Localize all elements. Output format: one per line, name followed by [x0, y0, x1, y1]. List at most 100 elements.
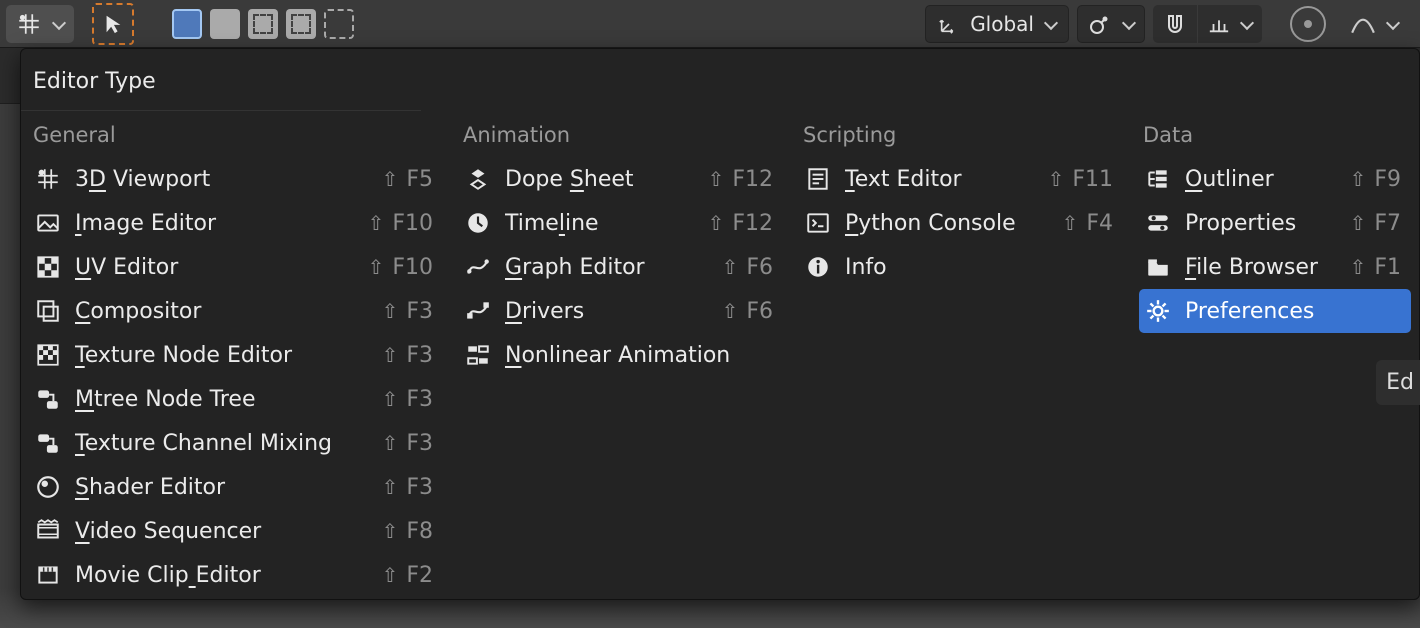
pivot-icon — [1088, 12, 1112, 36]
menu-item-shortcut: ⇧F3 — [382, 475, 433, 500]
transform-orientation-label: Global — [970, 12, 1034, 36]
menu-item-texture-channel-mixing[interactable]: Texture Channel Mixing ⇧F3 — [29, 421, 443, 465]
texture-mix-icon — [33, 428, 63, 458]
menu-item-shortcut: ⇧F7 — [1350, 211, 1401, 236]
menu-item-label: Graph Editor — [505, 255, 712, 280]
menu-item-properties[interactable]: Properties ⇧F7 — [1139, 201, 1411, 245]
drivers-icon — [463, 296, 493, 326]
viewport-3d-icon — [33, 164, 63, 194]
menu-item-label: 3D Viewport — [75, 167, 372, 192]
snap-toggle[interactable] — [1153, 5, 1197, 43]
menu-item-label: UV Editor — [75, 255, 358, 280]
col-animation: Animation Dope Sheet ⇧F12 Timeline ⇧F12 Graph… — [451, 123, 791, 597]
menu-item-python-console[interactable]: Python Console ⇧F4 — [799, 201, 1123, 245]
menu-item-label: Python Console — [845, 211, 1052, 236]
menu-item-shortcut: ⇧F10 — [368, 211, 433, 236]
toolbar-top: Global — [0, 0, 1420, 48]
select-subtract-icon[interactable] — [248, 9, 278, 39]
menu-item-file-browser[interactable]: File Browser⇧F1 — [1139, 245, 1411, 289]
texture-node-icon — [33, 340, 63, 370]
menu-item-text-editor[interactable]: Text Editor ⇧F11 — [799, 157, 1123, 201]
python-console-icon — [803, 208, 833, 238]
menu-item-shortcut: ⇧F12 — [708, 167, 773, 192]
info-icon — [803, 252, 833, 282]
col-data: DataOutliner⇧F9Properties⇧F7File Browser… — [1131, 123, 1419, 597]
menu-item-shortcut: ⇧F9 — [1350, 167, 1401, 192]
select-mode-group — [164, 9, 358, 39]
menu-item-nonlinear-animation[interactable]: Nonlinear Animation — [459, 333, 783, 377]
menu-item-dope-sheet[interactable]: Dope Sheet ⇧F12 — [459, 157, 783, 201]
video-sequencer-icon — [33, 516, 63, 546]
menu-item-shortcut: ⇧F6 — [722, 299, 773, 324]
image-editor-icon — [33, 208, 63, 238]
menu-item-shortcut: ⇧F11 — [1048, 167, 1113, 192]
menu-item-shortcut: ⇧F3 — [382, 431, 433, 456]
proportional-circle-icon — [1290, 6, 1326, 42]
menu-item-label: Image Editor — [75, 211, 358, 236]
menu-item-preferences[interactable]: Preferences — [1139, 289, 1411, 333]
menu-item-drivers[interactable]: Drivers ⇧F6 — [459, 289, 783, 333]
menu-item-label: Properties — [1185, 211, 1340, 236]
mtree-icon — [33, 384, 63, 414]
shader-editor-icon — [33, 472, 63, 502]
menu-item-shader-editor[interactable]: Shader Editor⇧F3 — [29, 465, 443, 509]
menu-item-shortcut: ⇧F3 — [382, 299, 433, 324]
menu-item-shortcut: ⇧F2 — [382, 563, 433, 588]
select-invert-icon[interactable] — [324, 9, 354, 39]
menu-item-label: Nonlinear Animation — [505, 343, 773, 368]
menu-item-shortcut: ⇧F8 — [382, 519, 433, 544]
menu-item-label: Timeline — [505, 211, 698, 236]
compositor-icon — [33, 296, 63, 326]
transform-orientation-dropdown[interactable]: Global — [925, 5, 1069, 43]
menu-item-texture-node-editor[interactable]: Texture Node Editor ⇧F3 — [29, 333, 443, 377]
menu-item-timeline[interactable]: Timeline ⇧F12 — [459, 201, 783, 245]
menu-item-label: Drivers — [505, 299, 712, 324]
menu-item-shortcut: ⇧F6 — [722, 255, 773, 280]
snap-dropdown[interactable] — [1198, 5, 1262, 43]
menu-item-shortcut: ⇧F10 — [368, 255, 433, 280]
menu-item-mtree-node-tree[interactable]: Mtree Node Tree⇧F3 — [29, 377, 443, 421]
cursor-icon — [102, 13, 124, 35]
pivot-dropdown[interactable] — [1077, 5, 1145, 43]
menu-item-shortcut: ⇧F3 — [382, 343, 433, 368]
properties-icon — [1143, 208, 1173, 238]
menu-item-label: Text Editor — [845, 167, 1038, 192]
menu-item-video-sequencer[interactable]: Video Sequencer ⇧F8 — [29, 509, 443, 553]
menu-item-image-editor[interactable]: Image Editor ⇧F10 — [29, 201, 443, 245]
graph-editor-icon — [463, 252, 493, 282]
file-browser-icon — [1143, 252, 1173, 282]
falloff-curve-icon — [1350, 11, 1376, 37]
menu-item-shortcut: ⇧F3 — [382, 387, 433, 412]
side-panel-tab[interactable]: Ed — [1376, 360, 1420, 405]
menu-item-label: Movie Clip Editor — [75, 563, 372, 588]
menu-item-movie-clip-editor[interactable]: Movie Clip Editor ⇧F2 — [29, 553, 443, 597]
menu-item-3d-viewport[interactable]: 3D Viewport⇧F5 — [29, 157, 443, 201]
menu-item-label: Dope Sheet — [505, 167, 698, 192]
col-scripting: ScriptingText Editor⇧F11Python Console⇧F… — [791, 123, 1131, 597]
dope-sheet-icon — [463, 164, 493, 194]
menu-item-shortcut: ⇧F4 — [1062, 211, 1113, 236]
menu-item-shortcut: ⇧F12 — [708, 211, 773, 236]
menu-item-info[interactable]: Info — [799, 245, 1123, 289]
menu-item-label: Texture Channel Mixing — [75, 431, 372, 456]
menu-item-label: File Browser — [1185, 255, 1340, 280]
menu-item-uv-editor[interactable]: UV Editor ⇧F10 — [29, 245, 443, 289]
proportional-falloff-dropdown[interactable] — [1340, 5, 1408, 43]
menu-item-outliner[interactable]: Outliner⇧F9 — [1139, 157, 1411, 201]
menu-item-compositor[interactable]: Compositor⇧F3 — [29, 289, 443, 333]
movie-clip-icon — [33, 560, 63, 590]
preferences-icon — [1143, 296, 1173, 326]
proportional-edit-toggle[interactable] — [1276, 5, 1340, 43]
outliner-icon — [1143, 164, 1173, 194]
col-header-animation: Animation — [459, 123, 783, 157]
menu-item-label: Texture Node Editor — [75, 343, 372, 368]
select-extend-icon[interactable] — [210, 9, 240, 39]
col-header-general: General — [29, 123, 443, 157]
tool-select-box-active[interactable] — [92, 3, 134, 45]
timeline-icon — [463, 208, 493, 238]
select-box-icon[interactable] — [172, 9, 202, 39]
menu-item-label: Video Sequencer — [75, 519, 372, 544]
menu-item-graph-editor[interactable]: Graph Editor ⇧F6 — [459, 245, 783, 289]
editor-type-dropdown[interactable] — [6, 5, 74, 43]
select-intersect-icon[interactable] — [286, 9, 316, 39]
